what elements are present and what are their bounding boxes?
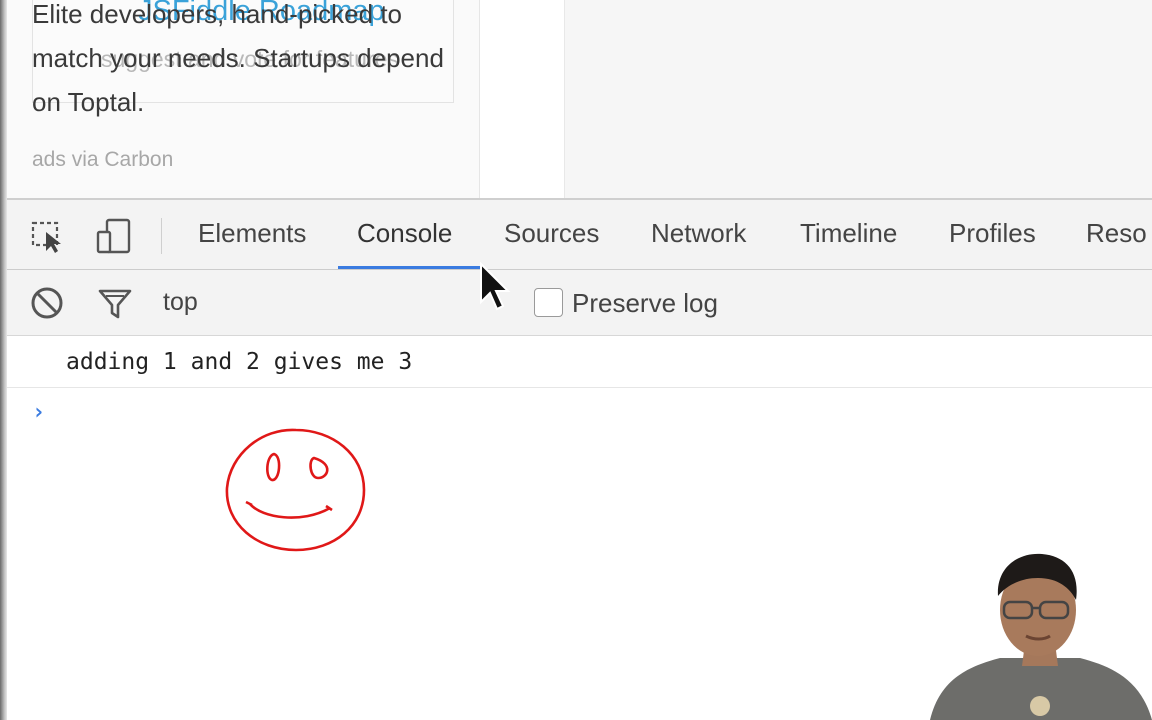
tab-sources[interactable]: Sources xyxy=(504,218,599,268)
tab-network[interactable]: Network xyxy=(651,218,746,268)
console-message-text: adding 1 and 2 gives me 3 xyxy=(66,349,413,375)
ad-text[interactable]: Elite developers, hand-picked to match y… xyxy=(32,0,472,124)
ad-via-link[interactable]: ads via Carbon xyxy=(32,148,173,172)
smiley-drawing xyxy=(225,428,366,552)
console-toolbar: top Preserve log xyxy=(7,270,1152,336)
inspect-element-icon[interactable] xyxy=(28,217,68,255)
carbon-ad-panel: JSFiddle Roadmap suggest and vote for fe… xyxy=(7,0,480,198)
page-edge-shadow xyxy=(0,0,7,720)
tab-profiles[interactable]: Profiles xyxy=(949,218,1036,268)
tab-console[interactable]: Console xyxy=(357,218,452,268)
result-panel xyxy=(565,0,1152,198)
mouse-cursor-icon xyxy=(480,262,511,311)
chevron-right-icon: › xyxy=(32,400,46,425)
presenter-webcam xyxy=(930,553,1152,720)
preserve-log-label[interactable]: Preserve log xyxy=(572,288,718,319)
tab-elements[interactable]: Elements xyxy=(198,218,306,268)
web-page-area: JSFiddle Roadmap suggest and vote for fe… xyxy=(7,0,1152,198)
toolbar-separator xyxy=(161,218,162,254)
active-tab-indicator xyxy=(338,266,484,269)
device-mode-icon[interactable] xyxy=(94,217,134,255)
devtools-tabbar: Elements Console Sources Network Timelin… xyxy=(7,200,1152,270)
context-selector[interactable]: top xyxy=(163,288,198,317)
clear-console-icon[interactable] xyxy=(28,284,66,322)
filter-icon[interactable] xyxy=(96,284,134,322)
tab-timeline[interactable]: Timeline xyxy=(800,218,897,268)
console-message: adding 1 and 2 gives me 3 xyxy=(7,336,1152,388)
console-prompt[interactable]: › xyxy=(32,400,45,425)
preserve-log-checkbox[interactable] xyxy=(534,288,563,317)
tab-resources[interactable]: Reso xyxy=(1086,218,1147,268)
